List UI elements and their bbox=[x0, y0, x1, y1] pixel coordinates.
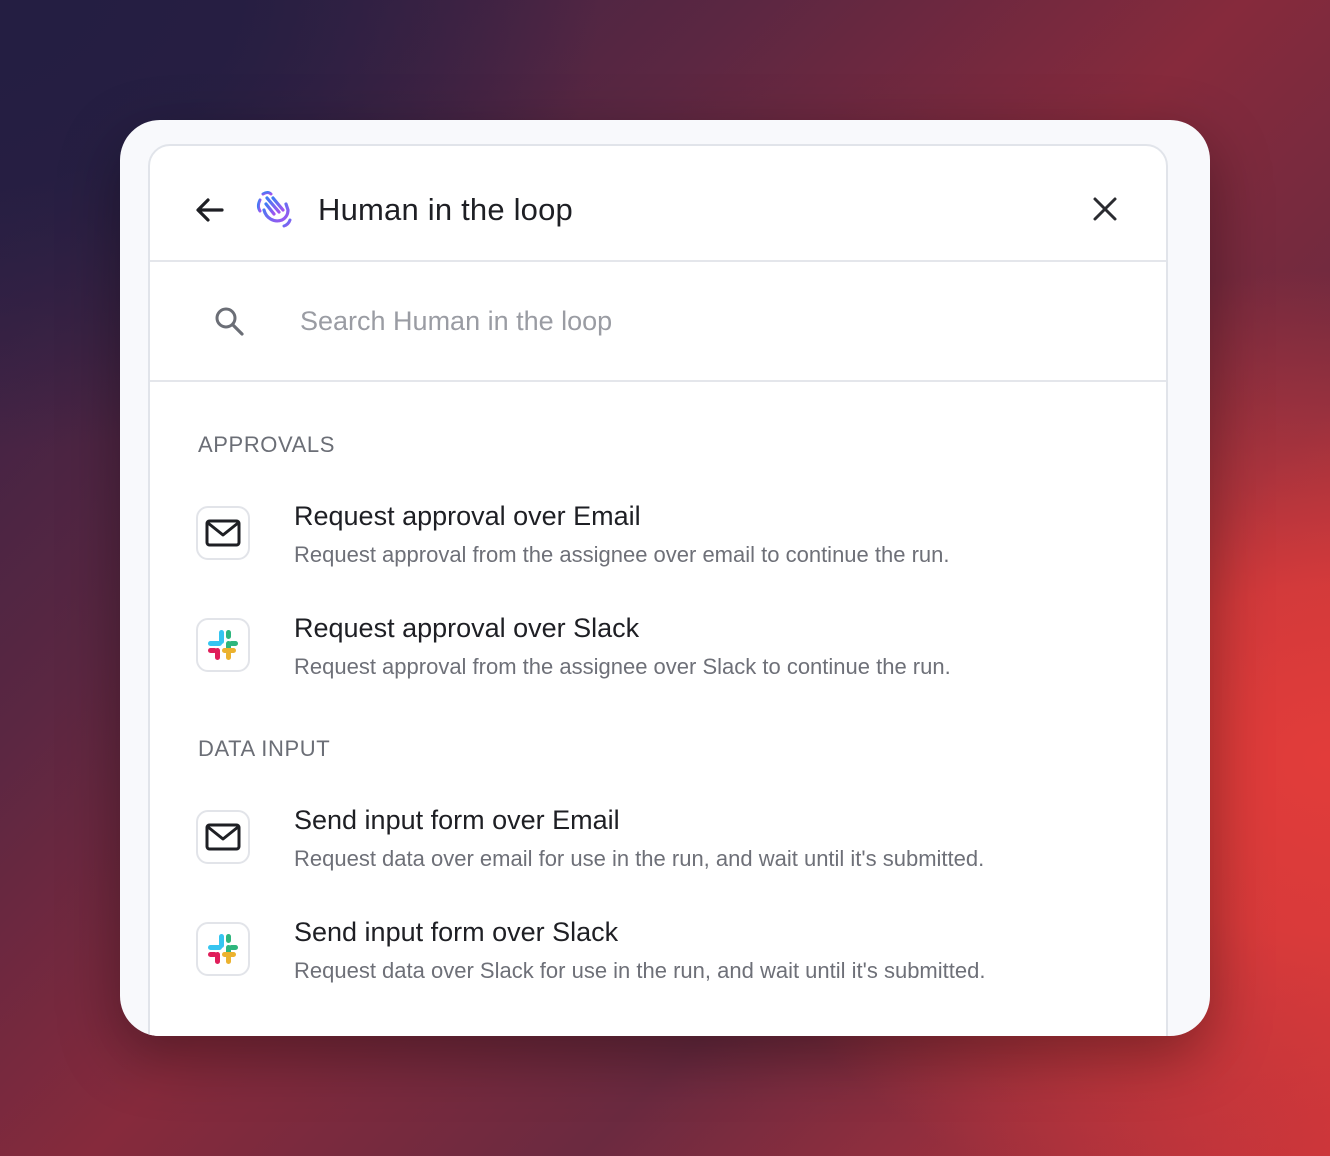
section-label-data-input: DATA INPUT bbox=[198, 736, 331, 761]
slack-icon bbox=[208, 630, 238, 660]
hand-wave-icon bbox=[254, 190, 294, 230]
item-icon-container bbox=[196, 922, 250, 976]
item-title: Send input form over Email bbox=[294, 805, 620, 835]
list-item-request-approval-slack[interactable]: Request approval over Slack Request appr… bbox=[196, 610, 1126, 690]
search-input[interactable] bbox=[300, 296, 1080, 346]
email-icon bbox=[205, 823, 241, 851]
item-icon-container bbox=[196, 618, 250, 672]
modal-backdrop-card: Human in the loop APPROVALS bbox=[120, 120, 1210, 1036]
slack-icon bbox=[208, 934, 238, 964]
panel-title: Human in the loop bbox=[318, 192, 574, 227]
search-icon bbox=[212, 304, 246, 338]
item-title: Request approval over Email bbox=[294, 501, 641, 531]
item-description: Request approval from the assignee over … bbox=[294, 542, 950, 567]
list-item-send-input-form-slack[interactable]: Send input form over Slack Request data … bbox=[196, 914, 1126, 994]
search-bar bbox=[150, 262, 1166, 382]
item-description: Request data over email for use in the r… bbox=[294, 846, 985, 871]
close-button[interactable] bbox=[1088, 192, 1122, 226]
close-icon bbox=[1093, 197, 1117, 221]
section-label-approvals: APPROVALS bbox=[198, 432, 336, 457]
item-title: Request approval over Slack bbox=[294, 613, 640, 643]
human-in-the-loop-panel: Human in the loop APPROVALS bbox=[148, 144, 1168, 1036]
back-button[interactable] bbox=[190, 190, 230, 230]
item-icon-container bbox=[196, 506, 250, 560]
arrow-left-icon bbox=[196, 198, 224, 222]
panel-header: Human in the loop bbox=[150, 146, 1166, 262]
item-description: Request data over Slack for use in the r… bbox=[294, 958, 986, 983]
list-item-request-approval-email[interactable]: Request approval over Email Request appr… bbox=[196, 498, 1126, 578]
item-description: Request approval from the assignee over … bbox=[294, 654, 951, 679]
item-title: Send input form over Slack bbox=[294, 917, 619, 947]
email-icon bbox=[205, 519, 241, 547]
list-item-send-input-form-email[interactable]: Send input form over Email Request data … bbox=[196, 802, 1126, 882]
item-icon-container bbox=[196, 810, 250, 864]
